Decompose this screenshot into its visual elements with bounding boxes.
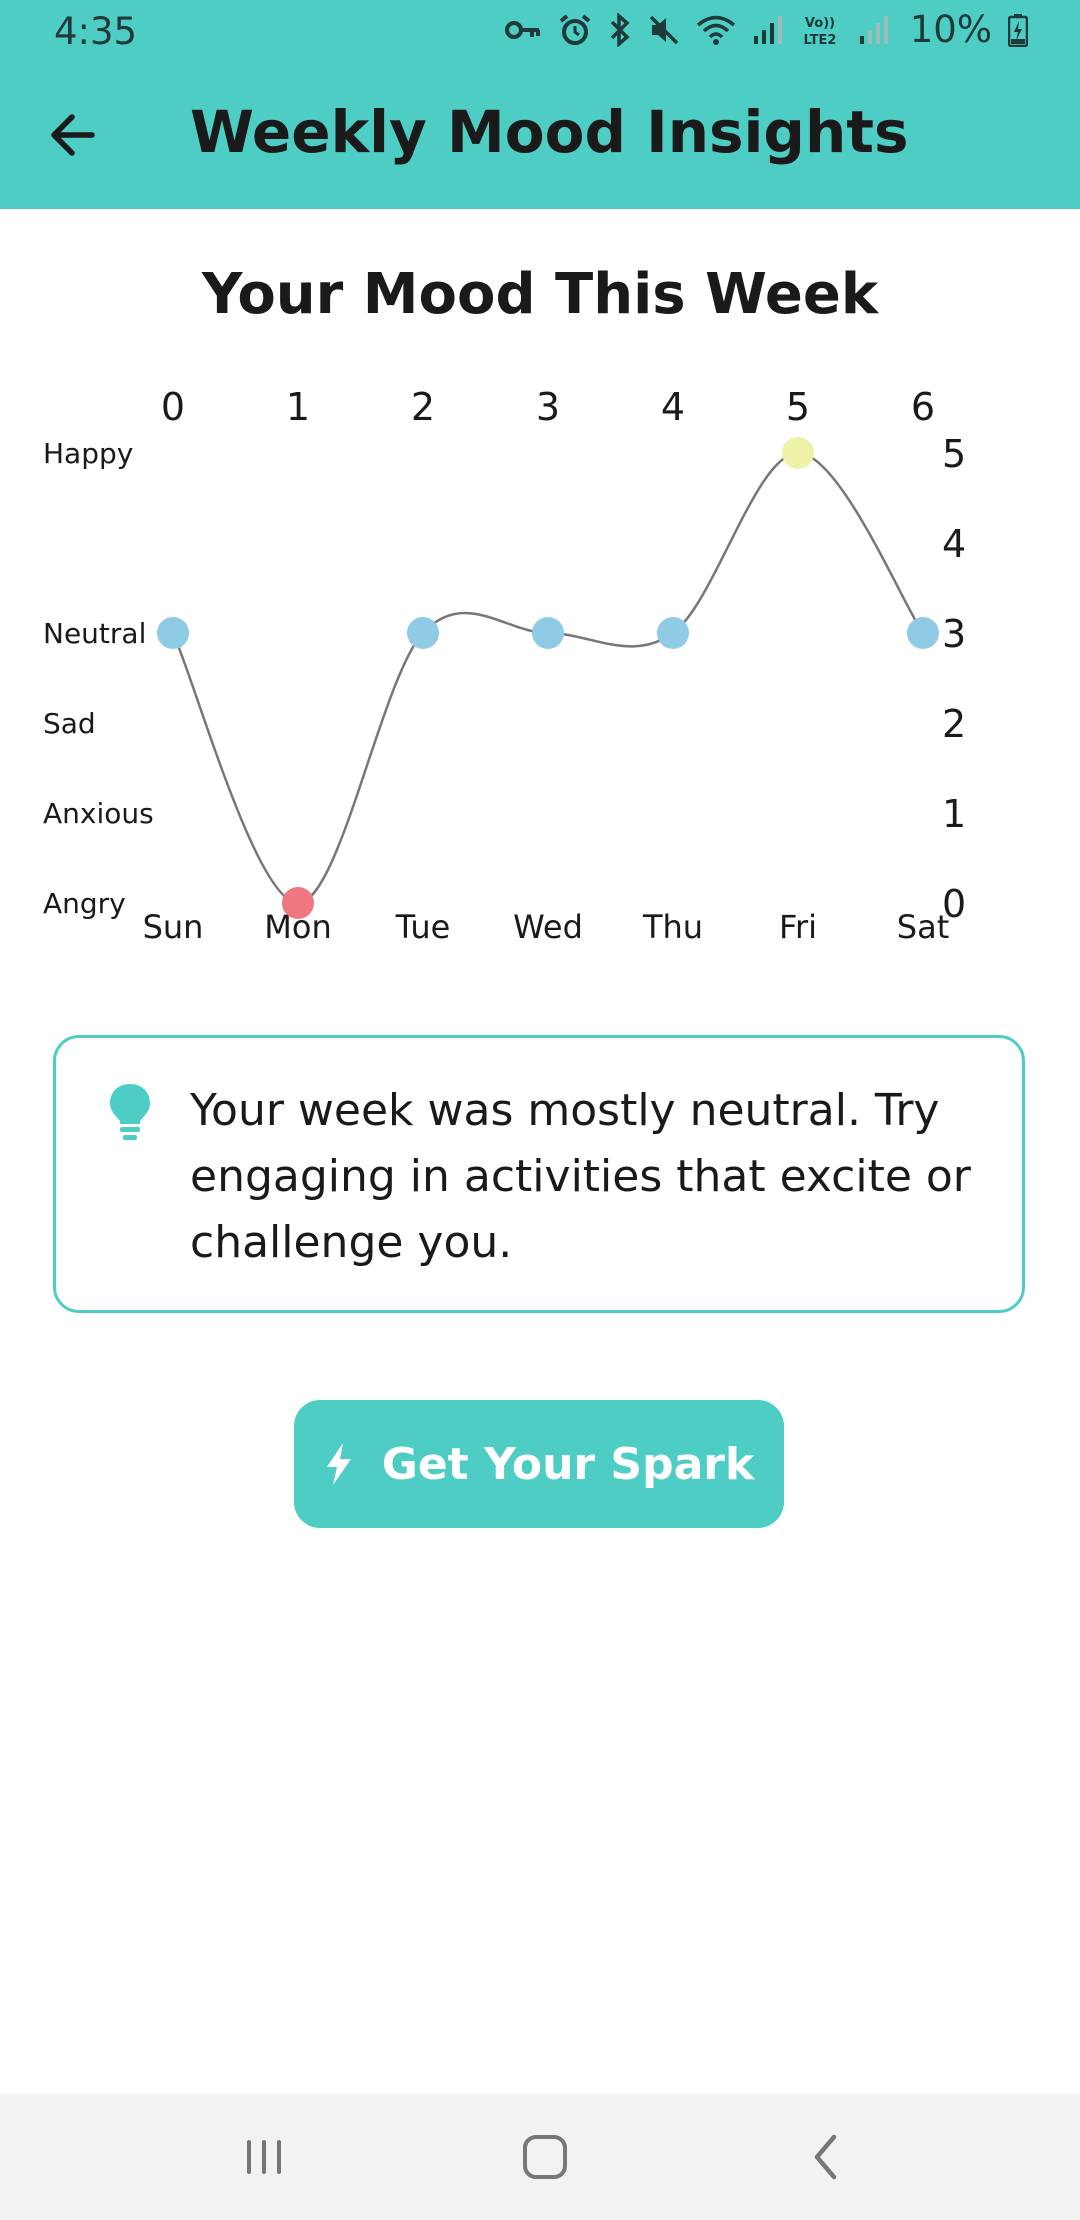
battery-charging-icon (1008, 13, 1028, 47)
system-nav-bar (0, 2094, 1080, 2220)
svg-text:Vo)): Vo)) (805, 16, 835, 31)
lightbulb-icon (110, 1084, 150, 1140)
y-tick-label: 5 (942, 432, 966, 476)
mood-labels: Happy Neutral Sad Anxious Angry (43, 437, 154, 920)
app-bar: 4:35 Vo)) LTE2 10% Weekly Mood Insights (0, 0, 1080, 209)
nav-back-icon[interactable] (787, 2124, 867, 2190)
mood-label-sad: Sad (43, 707, 96, 740)
x-tick-label: 6 (911, 385, 935, 429)
wifi-icon (696, 15, 735, 45)
mood-line (171, 451, 925, 905)
day-label-sun: Sun (143, 908, 204, 946)
mood-point-sun (157, 617, 189, 649)
mute-icon (649, 15, 678, 44)
insight-line: Your week was mostly neutral. Try (190, 1085, 940, 1136)
spark-button-label: Get Your Spark (381, 1438, 755, 1490)
battery-percent: 10% (909, 8, 992, 51)
mood-label-angry: Angry (43, 887, 126, 920)
mood-point-sat (907, 617, 939, 649)
y-tick-labels: 012345 (942, 432, 966, 926)
svg-text:LTE2: LTE2 (803, 33, 836, 47)
x-tick-label: 5 (786, 385, 810, 429)
insight-text: Your week was mostly neutral. Try engagi… (190, 1078, 990, 1276)
vpn-key-icon (504, 20, 540, 39)
back-arrow-icon[interactable] (44, 105, 104, 165)
x-tick-label: 0 (161, 385, 185, 429)
y-tick-label: 2 (942, 702, 966, 746)
mood-label-anxious: Anxious (43, 797, 154, 830)
day-labels: Sun Mon Tue Wed Thu Fri Sat (143, 908, 950, 946)
x-tick-label: 3 (536, 385, 560, 429)
x-tick-label: 2 (411, 385, 435, 429)
chart-title: Your Mood This Week (201, 262, 879, 327)
day-label-tue: Tue (395, 908, 451, 946)
status-time: 4:35 (54, 10, 138, 53)
y-tick-label: 3 (942, 612, 966, 656)
bolt-icon (326, 1443, 351, 1485)
mood-point-mon (282, 887, 314, 919)
mood-chart: 0 1 2 3 4 5 6 0 1 2 3 4 5 Happy Neutral Sad Anxious Ang… (43, 385, 966, 946)
insight-line: challenge you. (190, 1217, 513, 1268)
day-label-thu: Thu (642, 908, 703, 946)
mood-point-tue (407, 617, 439, 649)
day-label-fri: Fri (779, 908, 817, 946)
x-tick-label: 4 (661, 385, 685, 429)
page-title: Weekly Mood Insights (190, 98, 909, 166)
signal-icon (753, 15, 782, 44)
status-icons: Vo)) LTE2 10% (504, 8, 1028, 51)
volte-icon: Vo)) LTE2 (803, 16, 836, 47)
mood-label-happy: Happy (43, 437, 133, 470)
x-tick-labels: 0 1 2 3 4 5 6 (161, 385, 935, 429)
signal-icon (859, 15, 888, 44)
mood-point-fri (782, 437, 814, 469)
mood-points (157, 437, 939, 919)
day-label-wed: Wed (513, 908, 583, 946)
day-label-sat: Sat (897, 908, 949, 946)
insight-card: Your week was mostly neutral. Try engagi… (53, 1035, 1025, 1313)
alarm-icon (559, 13, 591, 45)
mood-point-wed (532, 617, 564, 649)
mood-point-thu (657, 617, 689, 649)
mood-label-neutral: Neutral (43, 617, 146, 650)
recent-apps-icon[interactable] (224, 2124, 304, 2190)
bluetooth-icon (610, 12, 630, 47)
get-your-spark-button[interactable]: Get Your Spark (294, 1400, 784, 1528)
insight-line: engaging in activities that excite or (190, 1151, 971, 1202)
y-tick-label: 4 (942, 522, 966, 566)
status-bar: 4:35 Vo)) LTE2 10% (0, 0, 1080, 64)
home-icon[interactable] (505, 2124, 585, 2190)
y-tick-label: 1 (942, 792, 966, 836)
x-tick-label: 1 (286, 385, 310, 429)
